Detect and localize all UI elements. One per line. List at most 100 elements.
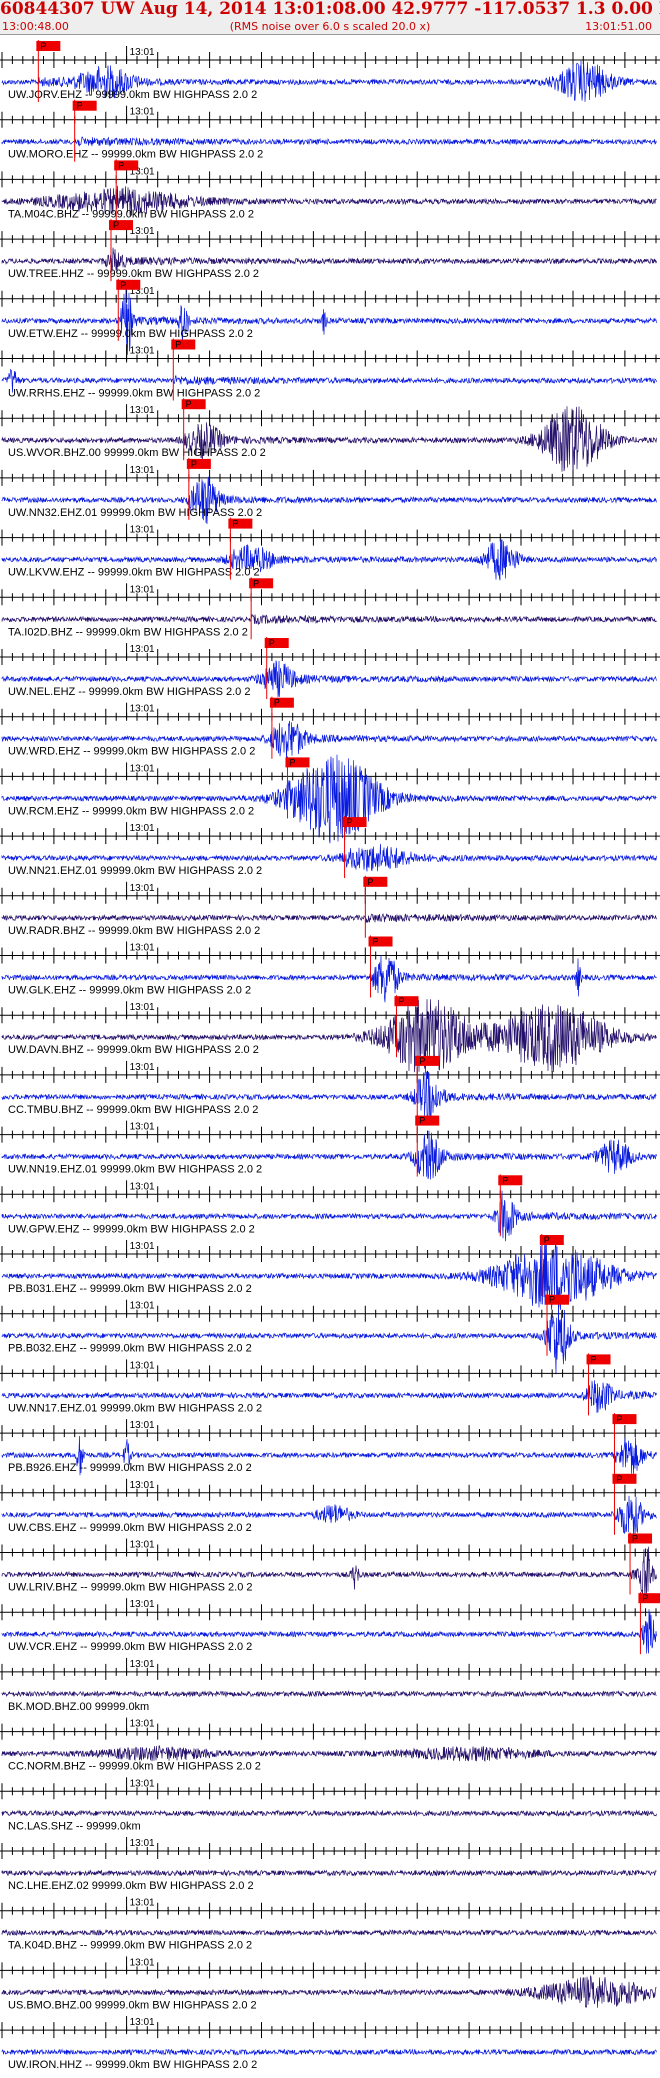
pick-label: P xyxy=(549,1295,555,1305)
pick-label: P xyxy=(419,1116,425,1126)
waveform xyxy=(1,2048,657,2056)
pick-label: P xyxy=(502,1175,508,1185)
station-label: UW.GPW.EHZ -- 99999.0km BW HIGHPASS 2.0 … xyxy=(8,1223,255,1235)
minute-label: 13:01 xyxy=(130,1719,155,1730)
pick-label: P xyxy=(118,160,124,170)
minute-label: 13:01 xyxy=(130,1122,155,1133)
minute-label: 13:01 xyxy=(130,1420,155,1431)
station-label: UW.NN21.EHZ.01 99999.0km BW HIGHPASS 2.0… xyxy=(8,865,262,877)
pick-label: P xyxy=(367,877,373,887)
waveform xyxy=(1,1690,657,1698)
minute-label: 13:01 xyxy=(130,763,155,774)
waveform xyxy=(1,912,657,923)
pick-label: P xyxy=(419,1056,425,1066)
pick-label: P xyxy=(616,1474,622,1484)
station-label: TA.I02D.BHZ -- 99999.0km BW HIGHPASS 2.0… xyxy=(8,626,248,638)
station-label: UW.CBS.EHZ -- 99999.0km BW HIGHPASS 2.0 … xyxy=(8,1522,252,1534)
pick-label: P xyxy=(175,340,181,350)
station-label: UW.NN17.EHZ.01 99999.0km BW HIGHPASS 2.0… xyxy=(8,1402,262,1414)
minute-label: 13:01 xyxy=(130,1540,155,1551)
minute-label: 13:01 xyxy=(130,1659,155,1670)
minute-label: 13:01 xyxy=(130,1778,155,1789)
waveform xyxy=(1,999,657,1074)
pick-label: P xyxy=(347,817,353,827)
minute-label: 13:01 xyxy=(130,1002,155,1013)
station-label: PB.B926.EHZ -- 99999.0km BW HIGHPASS 2.0… xyxy=(8,1462,252,1474)
pick-label: P xyxy=(40,41,46,51)
pick-label: P xyxy=(632,1534,638,1544)
pick-label: P xyxy=(120,280,126,290)
pick-label: P xyxy=(398,996,404,1006)
minute-label: 13:01 xyxy=(130,883,155,894)
minute-label: 13:01 xyxy=(130,1898,155,1909)
minute-label: 13:01 xyxy=(130,1241,155,1252)
pick-label: P xyxy=(544,1235,550,1245)
minute-label: 13:01 xyxy=(130,584,155,595)
minute-label: 13:01 xyxy=(130,1301,155,1312)
pick-label: P xyxy=(191,459,197,469)
station-label: US.BMO.BHZ.00 99999.0km BW HIGHPASS 2.0 … xyxy=(8,1999,257,2011)
pick-label: P xyxy=(269,638,275,648)
station-label: UW.VCR.EHZ -- 99999.0km BW HIGHPASS 2.0 … xyxy=(8,1641,252,1653)
pick-label: P xyxy=(591,1354,597,1364)
station-label: CC.TMBU.BHZ -- 99999.0km BW HIGHPASS 2.0… xyxy=(8,1104,258,1116)
station-label: UW.IRON.HHZ -- 99999.0km BW HIGHPASS 2.0… xyxy=(8,2059,257,2071)
pick-label: P xyxy=(616,1414,622,1424)
station-label: UW.GLK.EHZ -- 99999.0km BW HIGHPASS 2.0 … xyxy=(8,985,251,997)
station-label: UW.NN32.EHZ.01 99999.0km BW HIGHPASS 2.0… xyxy=(8,507,262,519)
station-label: PB.B032.EHZ -- 99999.0km BW HIGHPASS 2.0… xyxy=(8,1343,252,1355)
station-label: UW.ETW.EHZ -- 99999.0km BW HIGHPASS 2.0 … xyxy=(8,328,253,340)
pick-label: P xyxy=(77,101,83,111)
waveform xyxy=(1,754,657,844)
station-label: UW.TREE.HHZ -- 99999.0km BW HIGHPASS 2.0… xyxy=(8,268,259,280)
station-label: NC.LHE.EHZ.02 99999.0km BW HIGHPASS 2.0 … xyxy=(8,1880,254,1892)
minute-label: 13:01 xyxy=(130,47,155,58)
minute-label: 13:01 xyxy=(130,405,155,416)
minute-label: 13:01 xyxy=(130,823,155,834)
pick-label: P xyxy=(373,937,379,947)
station-label: TA.M04C.BHZ -- 99999.0km BW HIGHPASS 2.0… xyxy=(8,208,254,220)
station-label: NC.LAS.SHZ -- 99999.0km xyxy=(8,1820,141,1832)
station-label: UW.NEL.EHZ -- 99999.0km BW HIGHPASS 2.0 … xyxy=(8,686,250,698)
minute-label: 13:01 xyxy=(130,1838,155,1849)
station-label: UW.MORO.EHZ -- 99999.0km BW HIGHPASS 2.0… xyxy=(8,149,263,161)
station-label: PB.B031.EHZ -- 99999.0km BW HIGHPASS 2.0… xyxy=(8,1283,252,1295)
station-label: BK.MOD.BHZ.00 99999.0km xyxy=(8,1701,149,1713)
waveform xyxy=(1,1928,657,1937)
waveform xyxy=(1,1869,657,1877)
minute-label: 13:01 xyxy=(130,346,155,357)
minute-label: 13:01 xyxy=(130,525,155,536)
minute-label: 13:01 xyxy=(130,704,155,715)
waveform xyxy=(1,1300,657,1375)
pick-label: P xyxy=(113,220,119,230)
minute-label: 13:01 xyxy=(130,1181,155,1192)
station-label: UW.JORV.EHZ -- 99999.0km BW HIGHPASS 2.0… xyxy=(8,89,257,101)
minute-label: 13:01 xyxy=(130,465,155,476)
station-label: UW.LKVW.EHZ -- 99999.0km BW HIGHPASS 2.0… xyxy=(8,567,260,579)
waveform xyxy=(1,136,657,147)
minute-label: 13:01 xyxy=(130,644,155,655)
minute-label: 13:01 xyxy=(130,1360,155,1371)
station-label: CC.NORM.BHZ -- 99999.0km BW HIGHPASS 2.0… xyxy=(8,1761,261,1773)
minute-label: 13:01 xyxy=(130,1957,155,1968)
station-label: TA.K04D.BHZ -- 99999.0km BW HIGHPASS 2.0… xyxy=(8,1940,252,1952)
minute-label: 13:01 xyxy=(130,1480,155,1491)
minute-label: 13:01 xyxy=(130,2017,155,2028)
minute-label: 13:01 xyxy=(130,1062,155,1073)
pick-label: P xyxy=(232,519,238,529)
waveform xyxy=(1,1809,657,1818)
pick-label: P xyxy=(642,1593,648,1603)
station-label: UW.LRIV.BHZ -- 99999.0km BW HIGHPASS 2.0… xyxy=(8,1582,253,1594)
minute-label: 13:01 xyxy=(130,107,155,118)
minute-label: 13:01 xyxy=(130,1599,155,1610)
station-label: UW.RRHS.EHZ -- 99999.0km BW HIGHPASS 2.0… xyxy=(8,388,260,400)
seismogram-plot: 13:01 UW.JORV.EHZ -- 99999.0km BW HIGHPAS… xyxy=(0,40,660,2071)
station-label: UW.RCM.EHZ -- 99999.0km BW HIGHPASS 2.0 … xyxy=(8,805,254,817)
pick-label: P xyxy=(274,698,280,708)
station-label: UW.RADR.BHZ -- 99999.0km BW HIGHPASS 2.0… xyxy=(8,925,260,937)
minute-label: 13:01 xyxy=(130,943,155,954)
station-label: UW.WRD.EHZ -- 99999.0km BW HIGHPASS 2.0 … xyxy=(8,746,255,758)
waveform xyxy=(1,1745,657,1762)
waveform xyxy=(1,284,657,355)
waveform xyxy=(1,406,657,476)
